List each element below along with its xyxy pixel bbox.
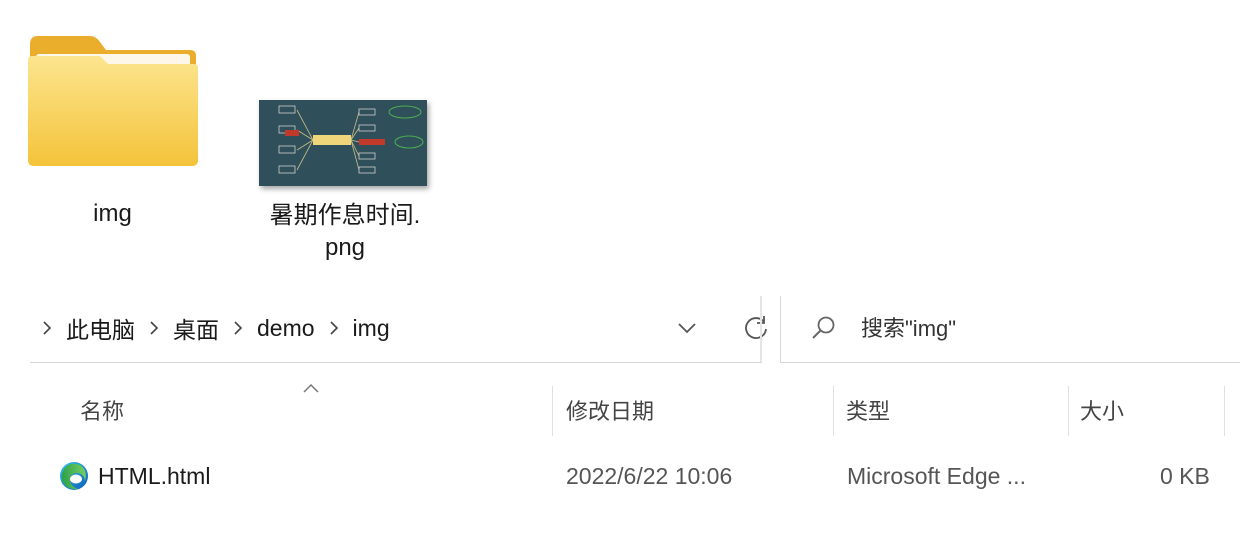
column-header-size[interactable]: 大小 — [1080, 384, 1124, 436]
chevron-right-icon[interactable] — [227, 310, 249, 346]
column-divider[interactable] — [1068, 386, 1069, 436]
breadcrumb-item-this-pc[interactable]: 此电脑 — [64, 311, 137, 345]
column-divider[interactable] — [833, 386, 834, 436]
file-modified-cell: 2022/6/22 10:06 — [566, 462, 733, 489]
file-row[interactable]: HTML.html 2022/6/22 10:06 Microsoft Edge… — [30, 452, 1230, 500]
image-thumbnail — [259, 100, 427, 186]
file-size-cell: 0 KB — [1160, 462, 1210, 489]
image-file-label: 暑期作息时间. png — [269, 202, 421, 261]
file-name: HTML.html — [98, 462, 211, 489]
sort-up-icon[interactable] — [301, 380, 321, 396]
file-type-cell: Microsoft Edge ... — [847, 462, 1026, 489]
chevron-right-icon[interactable] — [143, 310, 165, 346]
breadcrumb-item-demo[interactable]: demo — [255, 315, 317, 342]
chevron-down-icon[interactable] — [670, 313, 704, 343]
breadcrumb: 此电脑 桌面 demo img — [30, 310, 392, 346]
column-divider[interactable] — [552, 386, 553, 436]
column-header-type[interactable]: 类型 — [846, 384, 890, 436]
folder-label: img — [93, 200, 132, 227]
breadcrumb-item-desktop[interactable]: 桌面 — [171, 311, 221, 345]
column-divider[interactable] — [1224, 386, 1225, 436]
refresh-icon[interactable] — [738, 310, 774, 346]
toolbar-divider — [760, 296, 762, 362]
search-box[interactable] — [780, 296, 1240, 363]
address-bar[interactable]: 此电脑 桌面 demo img — [30, 296, 767, 363]
edge-icon — [60, 462, 88, 490]
folder-icon — [28, 36, 198, 166]
column-header-modified[interactable]: 修改日期 — [566, 384, 654, 436]
chevron-right-icon[interactable] — [36, 310, 58, 346]
search-input[interactable] — [859, 310, 1223, 348]
chevron-right-icon[interactable] — [323, 310, 345, 346]
breadcrumb-item-img[interactable]: img — [351, 315, 392, 342]
file-name-cell: HTML.html — [58, 452, 210, 500]
search-icon — [812, 316, 835, 339]
column-header-name[interactable]: 名称 — [80, 384, 124, 436]
